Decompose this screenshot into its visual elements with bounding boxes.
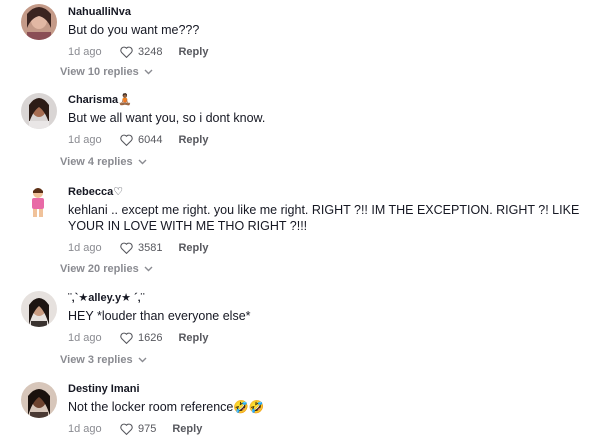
view-replies-button[interactable]: View 4 replies	[60, 156, 147, 168]
chevron-down-icon	[144, 263, 153, 275]
comment-time: 1d ago	[68, 242, 102, 254]
like-button[interactable]: 1626	[120, 331, 162, 345]
comment-text: But do you want me???	[68, 23, 200, 37]
comment-time: 1d ago	[68, 134, 102, 146]
heart-outline-icon	[120, 423, 133, 435]
comment-time: 1d ago	[68, 332, 102, 344]
like-count: 1626	[138, 332, 163, 344]
like-count: 3581	[138, 242, 163, 254]
like-button[interactable]: 6044	[120, 133, 162, 147]
reply-button[interactable]: Reply	[178, 331, 208, 345]
comment-username[interactable]: NahualliNva	[68, 6, 585, 19]
reply-button[interactable]: Reply	[172, 422, 202, 436]
like-button[interactable]: 975	[120, 422, 156, 436]
like-count: 6044	[138, 134, 163, 146]
view-replies-button[interactable]: View 20 replies	[60, 263, 153, 275]
avatar[interactable]	[21, 184, 57, 220]
comment-text: But we all want you, so i dont know.	[68, 111, 266, 125]
view-replies-label: View 4 replies	[60, 156, 133, 168]
heart-outline-icon	[120, 134, 133, 146]
comment-text: Not the locker room reference🤣🤣	[68, 400, 265, 414]
avatar[interactable]	[21, 4, 57, 40]
view-replies-button[interactable]: View 3 replies	[60, 354, 147, 366]
chevron-down-icon	[138, 156, 147, 168]
like-count: 3248	[138, 46, 163, 58]
comment-text: kehlani .. except me right. you like me …	[68, 203, 580, 233]
comment-username[interactable]: ¨‚`★alley.y★ ´‚¨	[68, 292, 585, 305]
chevron-down-icon	[144, 66, 153, 78]
reply-button[interactable]: Reply	[178, 241, 208, 255]
reply-button[interactable]: Reply	[178, 45, 208, 59]
heart-outline-icon	[120, 46, 133, 58]
like-count: 975	[138, 423, 157, 435]
avatar[interactable]	[21, 382, 57, 418]
heart-outline-icon	[120, 242, 133, 254]
comment-username[interactable]: Destiny Imani	[68, 383, 585, 396]
view-replies-label: View 10 replies	[60, 66, 139, 78]
chevron-down-icon	[138, 354, 147, 366]
heart-outline-icon	[120, 332, 133, 344]
comment-text: HEY *louder than everyone else*	[68, 309, 251, 323]
comment-username[interactable]: Charisma🧘🏾	[68, 94, 585, 107]
reply-button[interactable]: Reply	[178, 133, 208, 147]
comment-username[interactable]: Rebecca♡	[68, 186, 585, 199]
view-replies-button[interactable]: View 10 replies	[60, 66, 153, 78]
comment-time: 1d ago	[68, 46, 102, 58]
view-replies-label: View 3 replies	[60, 354, 133, 366]
comment-time: 1d ago	[68, 423, 102, 435]
like-button[interactable]: 3581	[120, 241, 162, 255]
view-replies-label: View 20 replies	[60, 263, 139, 275]
avatar[interactable]	[21, 93, 57, 129]
like-button[interactable]: 3248	[120, 45, 162, 59]
avatar[interactable]	[21, 291, 57, 327]
